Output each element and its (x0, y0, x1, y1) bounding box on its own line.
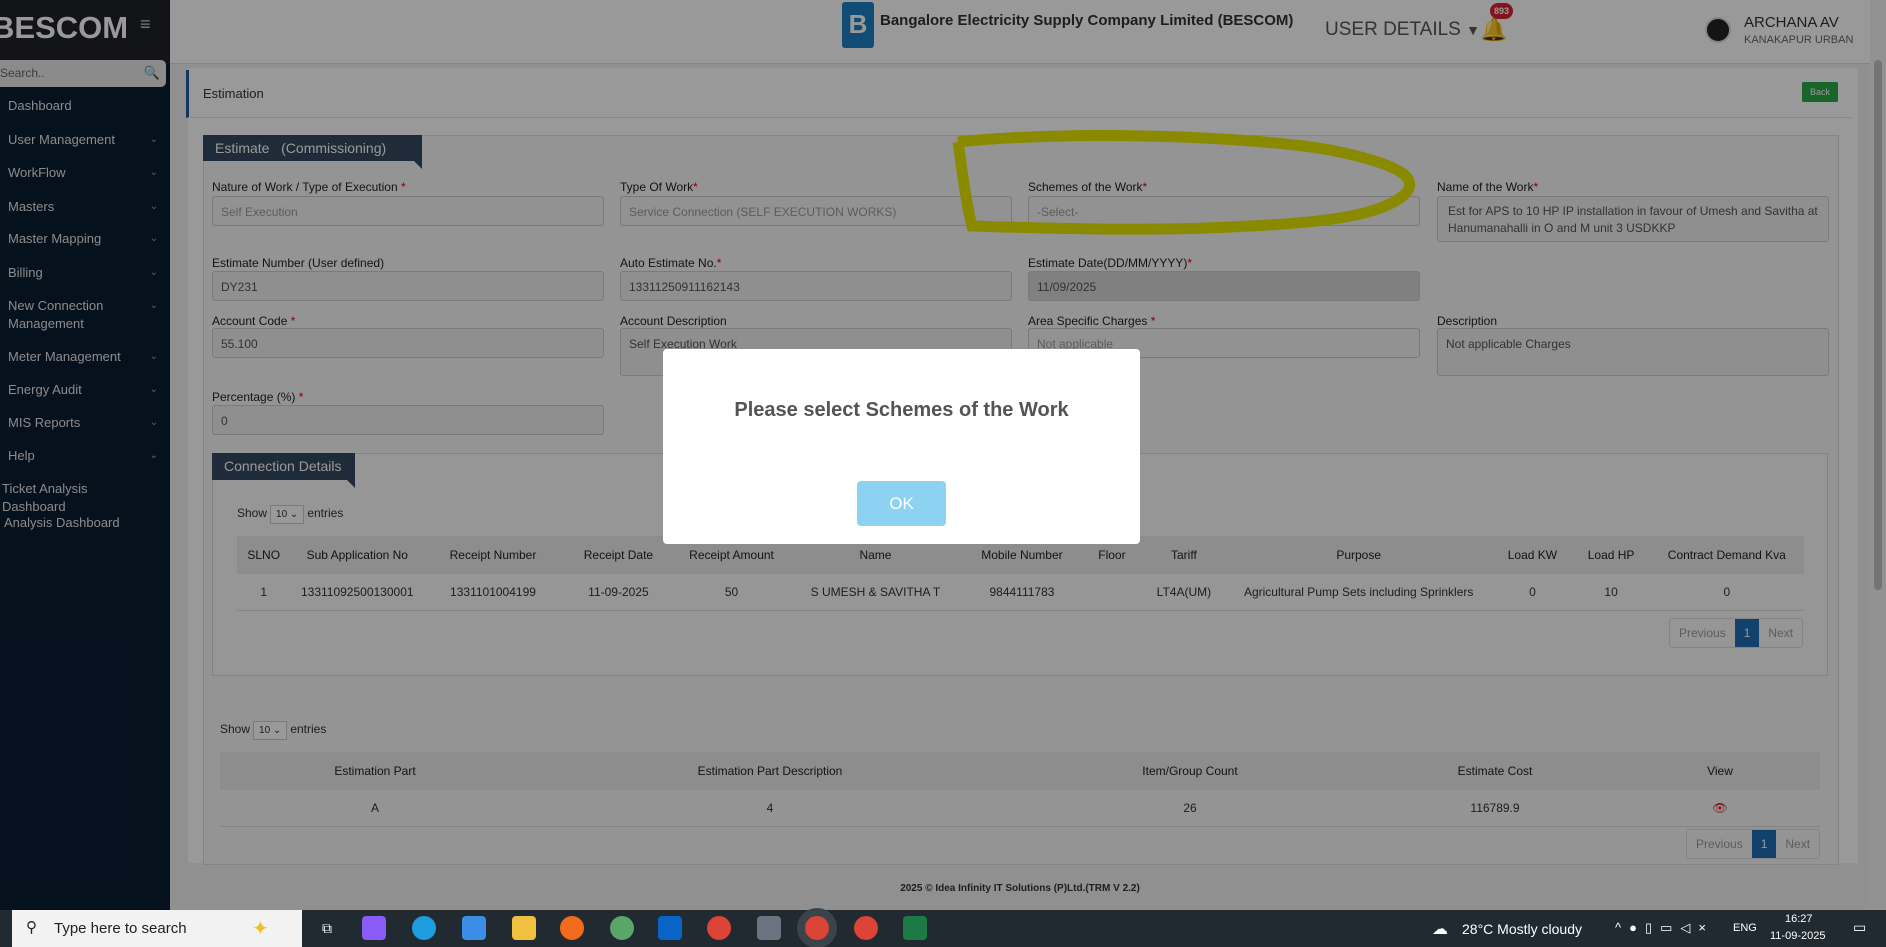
taskbar-search[interactable]: ⚲ Type here to search ✦ (12, 910, 302, 947)
weather-icon: ☁ (1432, 921, 1448, 938)
store-icon[interactable] (462, 916, 486, 940)
copilot-icon[interactable] (362, 916, 386, 940)
chrome-icon[interactable] (707, 916, 731, 940)
edge-icon[interactable] (412, 916, 436, 940)
ok-button[interactable]: OK (857, 481, 946, 526)
task-view-icon[interactable]: ⧉ (315, 916, 339, 940)
app-icon[interactable] (610, 916, 634, 940)
notifications-icon[interactable]: ▭ (1853, 919, 1866, 936)
language-indicator[interactable]: ENG (1733, 922, 1757, 934)
alert-message: Please select Schemes of the Work (734, 399, 1069, 421)
file-explorer-icon[interactable] (512, 916, 536, 940)
firefox-icon[interactable] (560, 916, 584, 940)
system-tray-icons[interactable]: ^●▯▭◁× (1615, 920, 1714, 936)
outlook-icon[interactable] (658, 916, 682, 940)
chrome-profile-icon[interactable] (805, 916, 829, 940)
chrome-profile-2-icon[interactable] (854, 916, 878, 940)
calculator-icon[interactable] (757, 916, 781, 940)
windows-taskbar: ⚲ Type here to search ✦ ⧉ ☁ 28°C Mostly cl… (0, 910, 1886, 947)
clock-date[interactable]: 11-09-2025 (1770, 930, 1825, 942)
taskbar-search-placeholder: Type here to search (54, 920, 187, 937)
clock-time[interactable]: 16:27 (1785, 913, 1813, 925)
alert-dialog: Please select Schemes of the Work OK (663, 349, 1140, 544)
excel-icon[interactable] (903, 916, 927, 940)
weather-text[interactable]: 28°C Mostly cloudy (1462, 921, 1582, 937)
search-icon: ⚲ (26, 919, 37, 936)
sparkle-icon: ✦ (252, 918, 269, 940)
